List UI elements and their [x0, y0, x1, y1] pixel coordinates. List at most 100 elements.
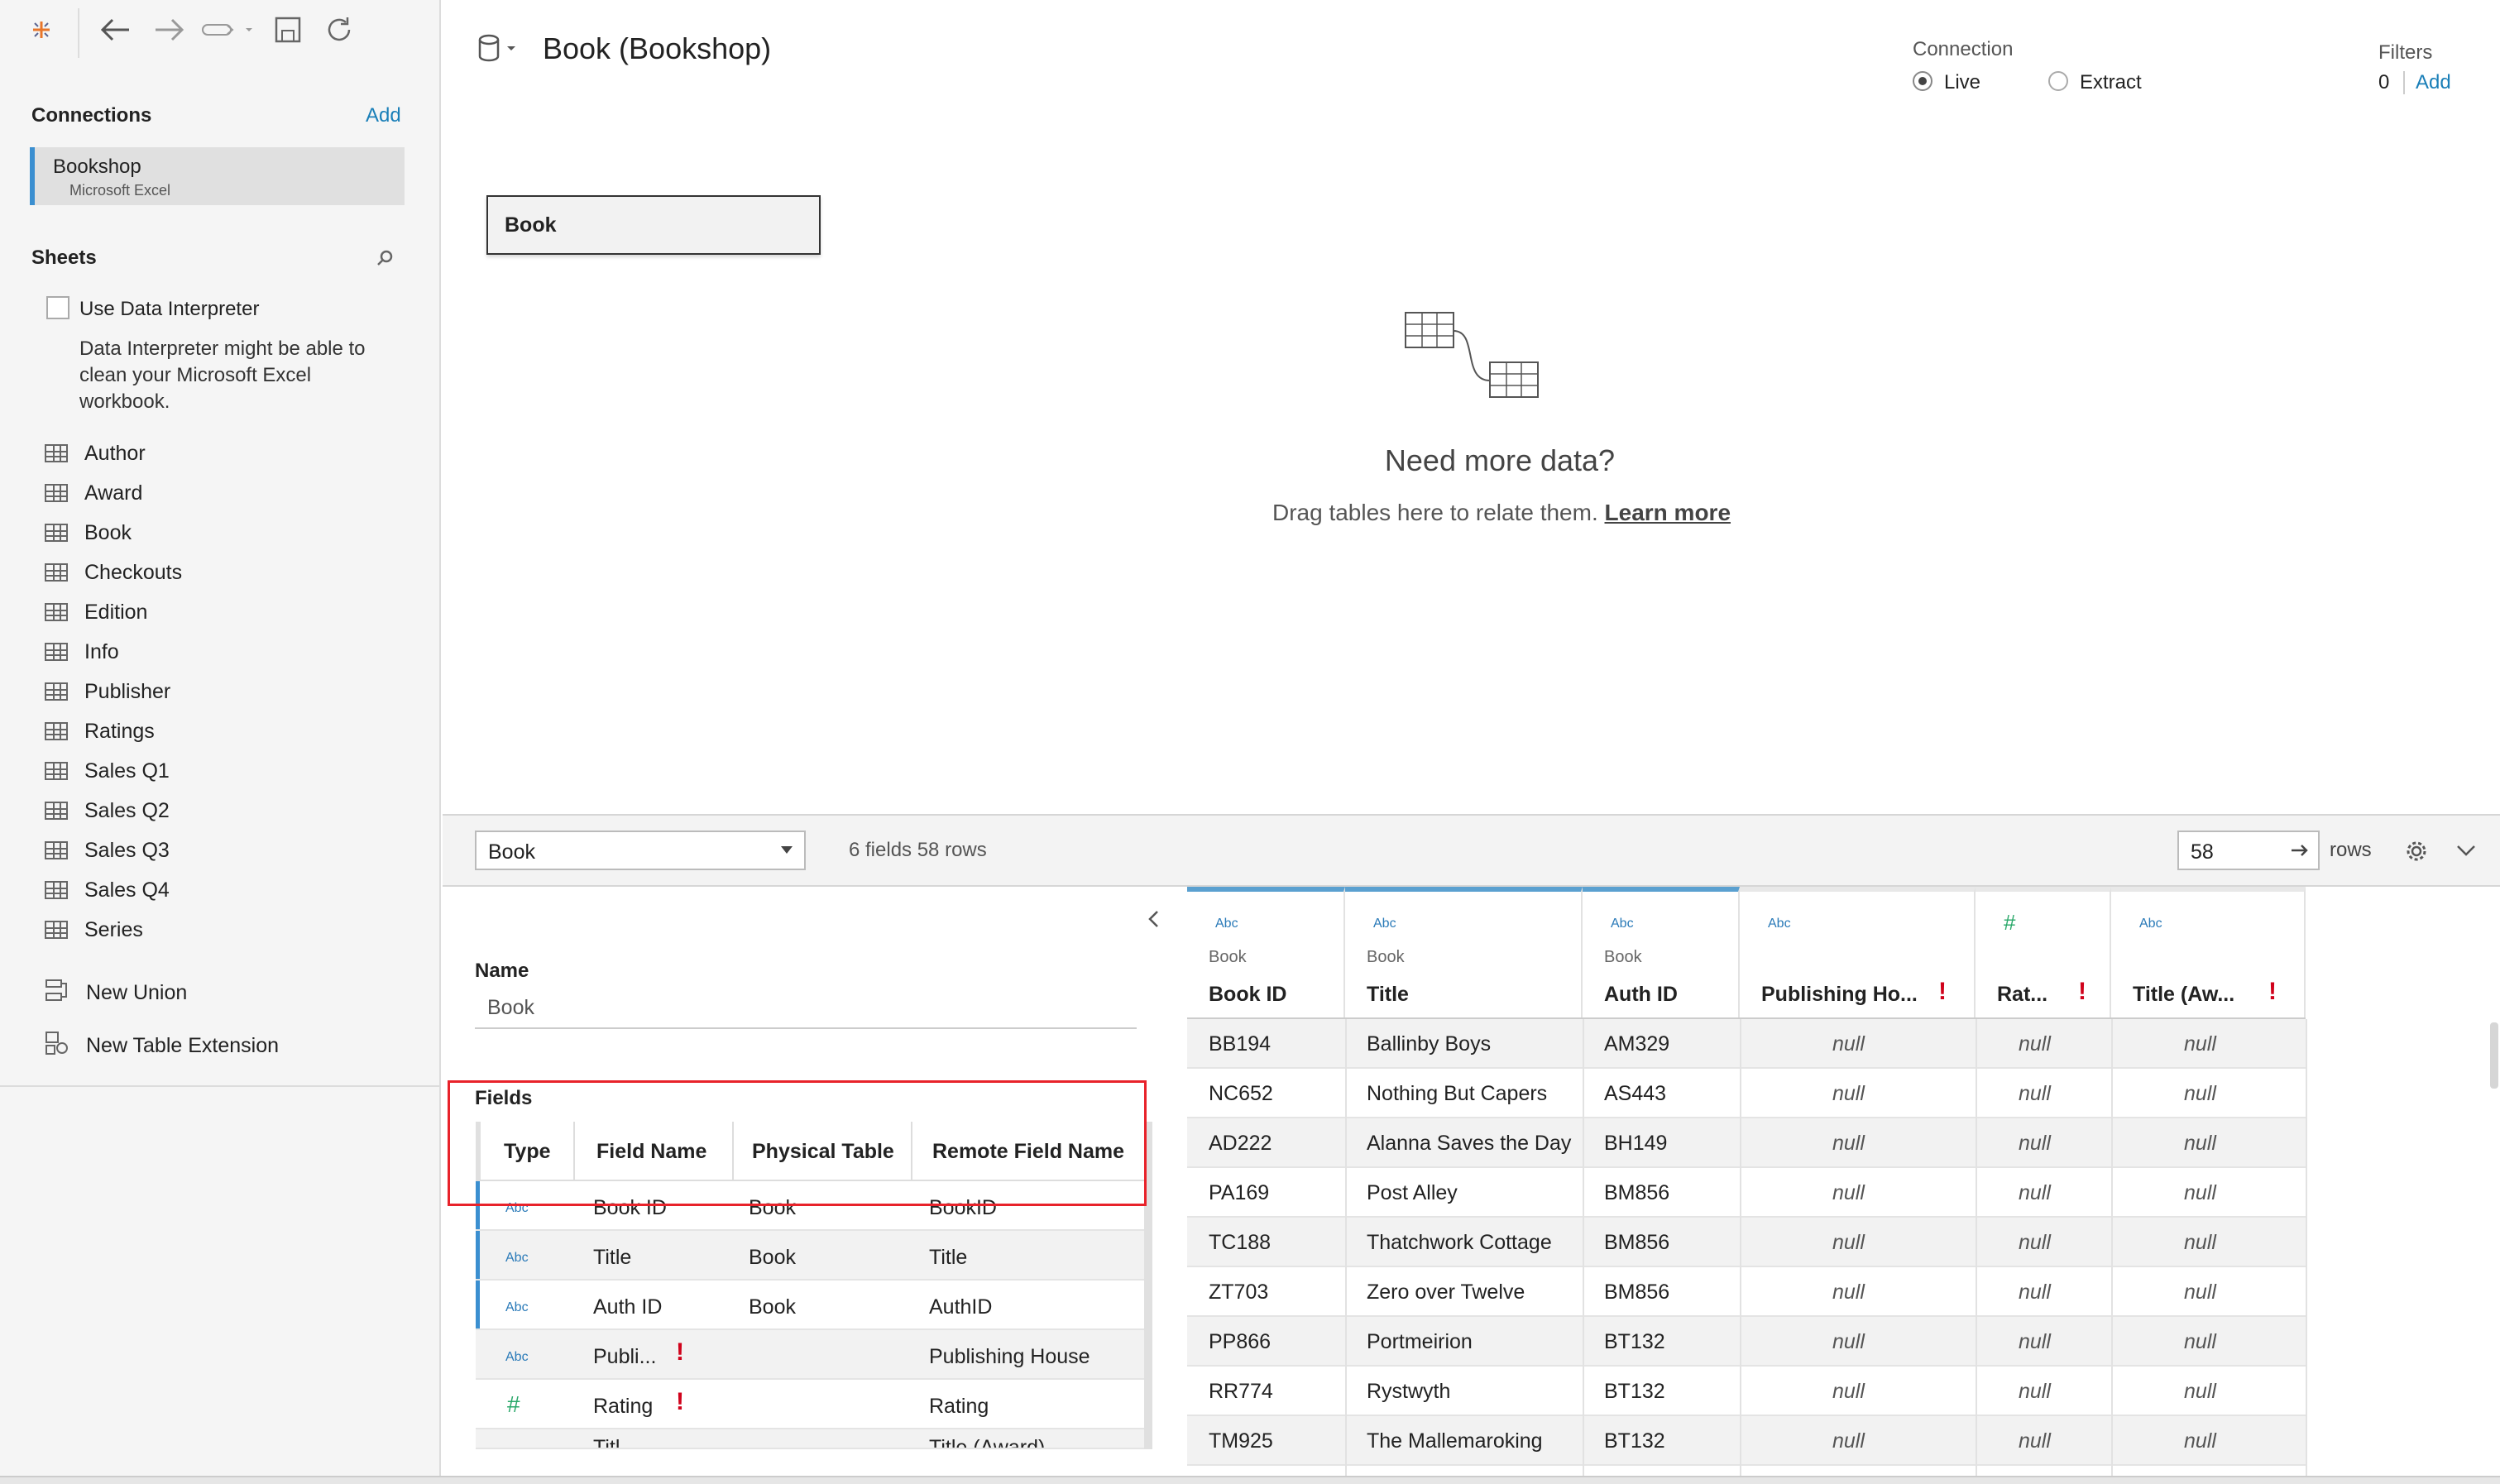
- grid-cell[interactable]: Ballinby Boys: [1367, 1032, 1491, 1056]
- warning-icon[interactable]: !: [2078, 978, 2086, 1006]
- field-row[interactable]: Abc Title Book Title: [476, 1231, 1144, 1281]
- grid-cell[interactable]: null: [1832, 1380, 1865, 1404]
- grid-col-publishing-house[interactable]: Abc Publishing Ho... !: [1740, 887, 1976, 1019]
- grid-cell[interactable]: Portmeirion: [1367, 1330, 1473, 1354]
- data-interpreter-checkbox[interactable]: [46, 296, 69, 319]
- grid-cell[interactable]: null: [1832, 1231, 1865, 1255]
- sheet-item-book[interactable]: Book: [45, 516, 132, 549]
- field-row-partial[interactable]: Titl... Title (Award): [476, 1429, 1144, 1449]
- add-filter-link[interactable]: Add: [2416, 71, 2451, 94]
- grid-col-book-id[interactable]: Abc Book Book ID: [1187, 887, 1345, 1019]
- grid-cell[interactable]: BM856: [1604, 1231, 1669, 1255]
- grid-cell[interactable]: null: [2019, 1281, 2051, 1304]
- grid-cell[interactable]: AD222: [1209, 1132, 1272, 1156]
- new-union-item[interactable]: New Union: [45, 976, 187, 1009]
- warning-icon[interactable]: !: [1938, 978, 1947, 1006]
- grid-cell[interactable]: The Mallemaroking: [1367, 1429, 1543, 1453]
- grid-cell[interactable]: Thatchwork Cottage: [1367, 1231, 1552, 1255]
- grid-cell[interactable]: null: [2019, 1231, 2051, 1255]
- sheet-item-author[interactable]: Author: [45, 437, 146, 470]
- grid-cell[interactable]: null: [2184, 1082, 2216, 1106]
- save-icon[interactable]: [271, 12, 304, 48]
- grid-cell[interactable]: Zero over Twelve: [1367, 1281, 1525, 1304]
- gear-icon[interactable]: [2404, 839, 2429, 868]
- field-name[interactable]: Publi...: [593, 1345, 656, 1369]
- logical-table-book[interactable]: Book: [486, 195, 821, 255]
- grid-cell[interactable]: TM925: [1209, 1429, 1273, 1453]
- grid-cell[interactable]: null: [1832, 1181, 1865, 1205]
- grid-cell[interactable]: BT132: [1604, 1330, 1665, 1354]
- string-type-icon[interactable]: Abc: [1373, 917, 1396, 931]
- grid-cell[interactable]: Nothing But Capers: [1367, 1082, 1547, 1106]
- sheet-item-sales-q4[interactable]: Sales Q4: [45, 874, 170, 907]
- grid-cell[interactable]: null: [1832, 1132, 1865, 1156]
- grid-cell[interactable]: null: [2184, 1380, 2216, 1404]
- field-name[interactable]: Rating: [593, 1395, 653, 1419]
- grid-cell[interactable]: null: [2019, 1429, 2051, 1453]
- chevron-down-icon[interactable]: [2455, 840, 2477, 863]
- grid-cell[interactable]: BM856: [1604, 1181, 1669, 1205]
- sheet-item-series[interactable]: Series: [45, 913, 143, 946]
- grid-cell[interactable]: PP866: [1209, 1330, 1271, 1354]
- grid-cell[interactable]: null: [2019, 1380, 2051, 1404]
- sheet-item-edition[interactable]: Edition: [45, 596, 147, 629]
- grid-cell[interactable]: Rystwyth: [1367, 1380, 1450, 1404]
- arrow-right-icon[interactable]: [2290, 840, 2310, 864]
- grid-cell[interactable]: TC188: [1209, 1231, 1271, 1255]
- extract-radio[interactable]: [2048, 71, 2068, 91]
- warning-icon[interactable]: !: [676, 1388, 684, 1416]
- tableau-logo-icon[interactable]: [25, 12, 58, 48]
- grid-cell[interactable]: null: [1832, 1330, 1865, 1354]
- string-type-icon[interactable]: Abc: [2139, 917, 2162, 931]
- refresh-icon[interactable]: [323, 12, 356, 48]
- grid-cell[interactable]: null: [1832, 1281, 1865, 1304]
- warning-icon[interactable]: !: [2268, 978, 2277, 1006]
- grid-col-title-award[interactable]: Abc Title (Aw... !: [2111, 887, 2306, 1019]
- sheet-item-sales-q1[interactable]: Sales Q1: [45, 754, 170, 787]
- grid-cell[interactable]: null: [2019, 1032, 2051, 1056]
- grid-cell[interactable]: null: [2184, 1181, 2216, 1205]
- sheet-item-sales-q2[interactable]: Sales Q2: [45, 794, 170, 827]
- grid-col-rating[interactable]: # Rat... !: [1976, 887, 2111, 1019]
- grid-cell[interactable]: BM856: [1604, 1281, 1669, 1304]
- field-row[interactable]: # Rating ! Rating: [476, 1380, 1144, 1429]
- field-name[interactable]: Titl...: [593, 1436, 637, 1448]
- grid-cell[interactable]: NC652: [1209, 1082, 1273, 1106]
- grid-cell[interactable]: AM329: [1604, 1032, 1669, 1056]
- grid-cell[interactable]: Post Alley: [1367, 1181, 1458, 1205]
- sheet-item-sales-q3[interactable]: Sales Q3: [45, 834, 170, 867]
- field-name[interactable]: Title: [593, 1246, 631, 1270]
- sheet-item-ratings[interactable]: Ratings: [45, 715, 155, 748]
- sheet-item-award[interactable]: Award: [45, 476, 142, 510]
- add-connection-link[interactable]: Add: [366, 104, 401, 127]
- grid-cell[interactable]: null: [2184, 1429, 2216, 1453]
- field-row[interactable]: Abc Auth ID Book AuthID: [476, 1281, 1144, 1330]
- search-sheets-icon[interactable]: [376, 248, 395, 272]
- sheet-item-info[interactable]: Info: [45, 635, 119, 668]
- string-type-icon[interactable]: Abc: [505, 1350, 529, 1365]
- undo-icon[interactable]: [98, 12, 134, 48]
- grid-cell[interactable]: ZT703: [1209, 1281, 1268, 1304]
- connection-item-bookshop[interactable]: Bookshop Microsoft Excel: [30, 147, 405, 205]
- datasource-title[interactable]: Book (Bookshop): [543, 31, 771, 66]
- table-select[interactable]: Book: [475, 831, 806, 870]
- string-type-icon[interactable]: Abc: [505, 1251, 529, 1266]
- grid-cell[interactable]: Alanna Saves the Day: [1367, 1132, 1571, 1156]
- string-type-icon[interactable]: Abc: [1215, 917, 1238, 931]
- grid-cell[interactable]: PA169: [1209, 1181, 1269, 1205]
- live-radio[interactable]: [1913, 71, 1932, 91]
- grid-cell[interactable]: null: [2184, 1231, 2216, 1255]
- number-type-icon[interactable]: #: [507, 1391, 520, 1418]
- grid-cell[interactable]: RR774: [1209, 1380, 1273, 1404]
- grid-cell[interactable]: null: [2184, 1132, 2216, 1156]
- datasource-icon[interactable]: [477, 33, 520, 67]
- string-type-icon[interactable]: Abc: [1768, 917, 1791, 931]
- learn-more-link[interactable]: Learn more: [1605, 500, 1731, 525]
- grid-cell[interactable]: BT132: [1604, 1429, 1665, 1453]
- grid-cell[interactable]: BT132: [1604, 1380, 1665, 1404]
- name-value[interactable]: Book: [487, 996, 534, 1020]
- sheet-item-publisher[interactable]: Publisher: [45, 675, 170, 708]
- grid-cell[interactable]: null: [1832, 1032, 1865, 1056]
- grid-cell[interactable]: null: [2184, 1032, 2216, 1056]
- grid-cell[interactable]: null: [2019, 1181, 2051, 1205]
